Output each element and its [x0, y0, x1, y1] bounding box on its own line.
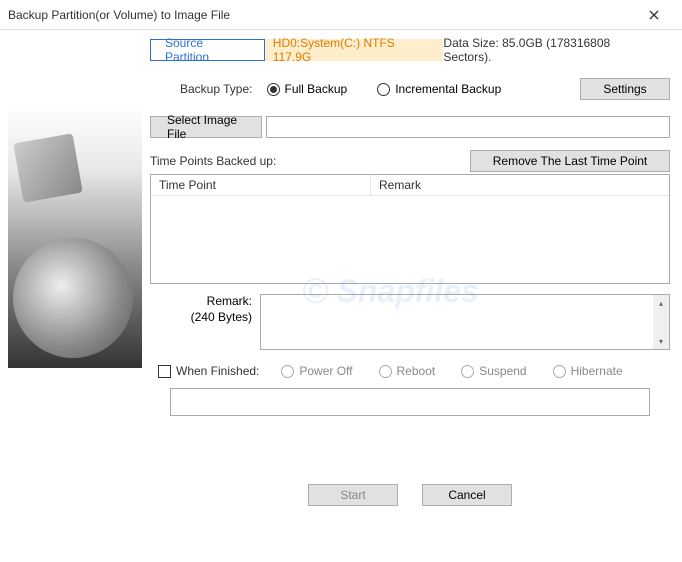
when-finished-label: When Finished: — [176, 364, 259, 378]
radio-dot-icon — [553, 365, 566, 378]
when-finished-row: When Finished: Power Off Reboot Suspend … — [150, 364, 670, 378]
remark-area: Remark: (240 Bytes) ▴ ▾ — [150, 294, 670, 350]
settings-button[interactable]: Settings — [580, 78, 670, 100]
backup-type-label: Backup Type: — [180, 82, 253, 96]
when-finished-checkbox[interactable] — [158, 365, 171, 378]
radio-reboot: Reboot — [379, 364, 436, 378]
scroll-down-icon[interactable]: ▾ — [653, 333, 669, 349]
cancel-button[interactable]: Cancel — [422, 484, 512, 506]
scrollbar[interactable]: ▴ ▾ — [653, 295, 669, 349]
partition-info-label: HD0:System(C:) NTFS 117.9G — [265, 39, 444, 61]
radio-dot-icon — [267, 83, 280, 96]
image-path-input[interactable] — [266, 116, 670, 138]
radio-dot-icon — [281, 365, 294, 378]
table-header-timepoint[interactable]: Time Point — [151, 175, 371, 196]
select-image-file-button[interactable]: Select Image File — [150, 116, 262, 138]
radio-incremental-backup[interactable]: Incremental Backup — [377, 82, 501, 96]
radio-dot-icon — [461, 365, 474, 378]
radio-poweroff: Power Off — [281, 364, 352, 378]
tab-row: Source Partition HD0:System(C:) NTFS 117… — [150, 38, 670, 62]
window-title: Backup Partition(or Volume) to Image Fil… — [8, 8, 230, 22]
timepoints-label: Time Points Backed up: — [150, 154, 276, 168]
select-image-row: Select Image File — [150, 116, 670, 138]
data-size-label: Data Size: 85.0GB (178316808 Sectors). — [443, 36, 670, 64]
titlebar: Backup Partition(or Volume) to Image Fil… — [0, 0, 682, 30]
tab-source-partition[interactable]: Source Partition — [150, 39, 265, 61]
radio-suspend: Suspend — [461, 364, 526, 378]
backup-type-row: Backup Type: Full Backup Incremental Bac… — [150, 78, 670, 100]
radio-full-backup[interactable]: Full Backup — [267, 82, 348, 96]
radio-hibernate: Hibernate — [553, 364, 623, 378]
content-area: Source Partition HD0:System(C:) NTFS 117… — [0, 30, 682, 560]
footer-buttons: Start Cancel — [150, 484, 670, 506]
timepoints-header-row: Time Points Backed up: Remove The Last T… — [150, 150, 670, 172]
scroll-up-icon[interactable]: ▴ — [653, 295, 669, 311]
table-header-remark[interactable]: Remark — [371, 175, 669, 196]
remark-label: Remark: (240 Bytes) — [150, 294, 260, 350]
progress-field — [170, 388, 650, 416]
start-button[interactable]: Start — [308, 484, 398, 506]
close-button[interactable] — [634, 1, 674, 29]
remark-textarea[interactable]: ▴ ▾ — [260, 294, 670, 350]
radio-dot-icon — [379, 365, 392, 378]
finish-options: Power Off Reboot Suspend Hibernate — [281, 364, 622, 378]
remove-last-timepoint-button[interactable]: Remove The Last Time Point — [470, 150, 670, 172]
sidebar-disk-image — [8, 38, 142, 368]
main-panel: Source Partition HD0:System(C:) NTFS 117… — [142, 30, 682, 560]
radio-dot-icon — [377, 83, 390, 96]
timepoints-table[interactable]: Time Point Remark — [150, 174, 670, 284]
